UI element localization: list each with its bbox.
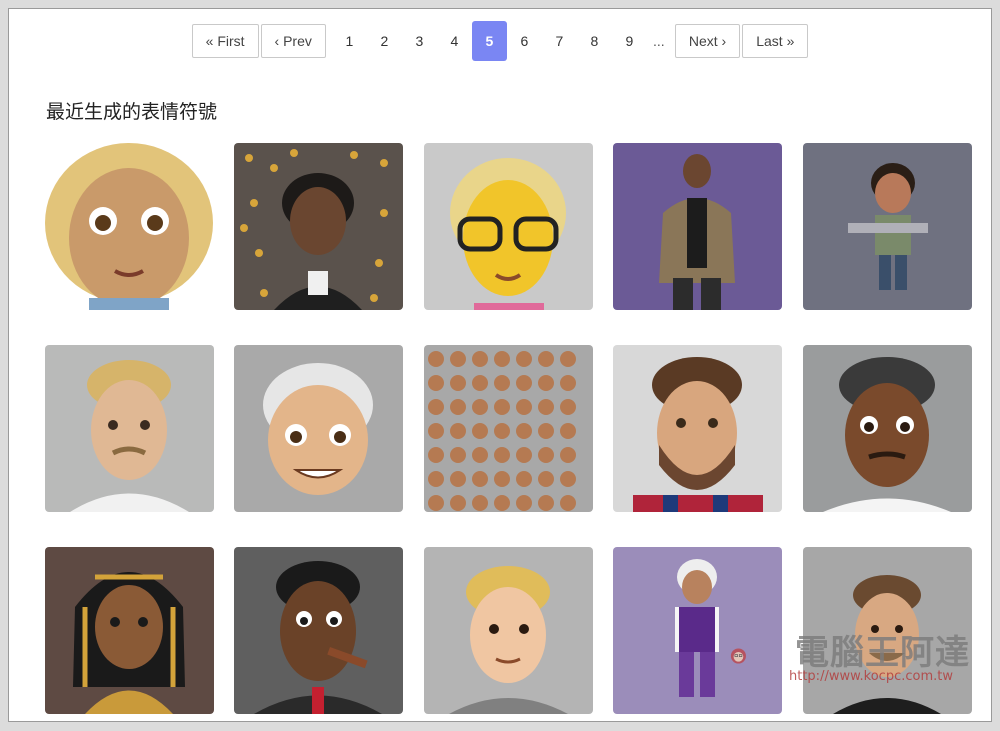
boy-holding-gun-emoji-icon [803,143,972,310]
page-4-link[interactable]: 4 [437,21,472,61]
man-beard-jacket-standing-emoji-icon [613,143,782,310]
page-2-link[interactable]: 2 [367,21,402,61]
man-curly-blonde-mustache-emoji-icon [45,345,214,512]
first-page-button[interactable]: « First [191,24,259,58]
emoji-tile-14[interactable] [613,547,782,714]
emoji-tile-4[interactable] [613,143,782,310]
emoji-tile-7[interactable] [234,345,403,512]
emoji-tile-2[interactable] [234,143,403,310]
emoji-tile-6[interactable] [45,345,214,512]
page-7-link[interactable]: 7 [542,21,577,61]
man-dark-skin-mustache-emoji-icon [803,345,972,512]
emoji-tile-3[interactable] [424,143,593,310]
page-3-link[interactable]: 3 [402,21,437,61]
emoji-tile-1[interactable] [45,143,214,310]
old-man-white-hair-emoji-icon [234,345,403,512]
blonde-boy-emoji-icon [424,547,593,714]
pharaoh-woman-emoji-icon [45,547,214,714]
last-page-button[interactable]: Last » [742,24,809,58]
bearded-man-striped-shirt-emoji-icon [613,345,782,512]
emoji-tile-12[interactable] [234,547,403,714]
emoji-tile-13[interactable] [424,547,593,714]
next-page-button[interactable]: Next › [674,24,741,58]
pagination: « First ‹ Prev 1 2 3 4 5 6 7 8 9 ... Nex… [9,21,991,61]
emoji-tile-8[interactable] [424,345,593,512]
man-short-hair-black-shirt-emoji-icon [803,547,972,714]
elderly-woman-purple-outfit-emoji-icon [613,547,782,714]
emoji-tile-5[interactable] [803,143,972,310]
pagination-ellipsis: ... [653,33,665,49]
man-dreadlocks-hoodie-emoji-icon [234,143,403,310]
page-9-link[interactable]: 9 [612,21,647,61]
page-8-link[interactable]: 8 [577,21,612,61]
emoji-tile-10[interactable] [803,345,972,512]
prev-page-button[interactable]: ‹ Prev [260,24,326,58]
emoji-tile-9[interactable] [613,345,782,512]
yellow-woman-glasses-emoji-icon [424,143,593,310]
emoji-tile-11[interactable] [45,547,214,714]
woman-blonde-curly-emoji-icon [45,143,214,310]
emoji-tile-15[interactable] [803,547,972,714]
page-1-link[interactable]: 1 [332,21,367,61]
page-5-link-current[interactable]: 5 [471,21,507,61]
page-frame: « First ‹ Prev 1 2 3 4 5 6 7 8 9 ... Nex… [8,8,992,722]
page-6-link[interactable]: 6 [507,21,542,61]
section-title: 最近生成的表情符號 [46,101,218,123]
man-cigar-suit-emoji-icon [234,547,403,714]
grid-of-small-faces-emoji-icon [424,345,593,512]
